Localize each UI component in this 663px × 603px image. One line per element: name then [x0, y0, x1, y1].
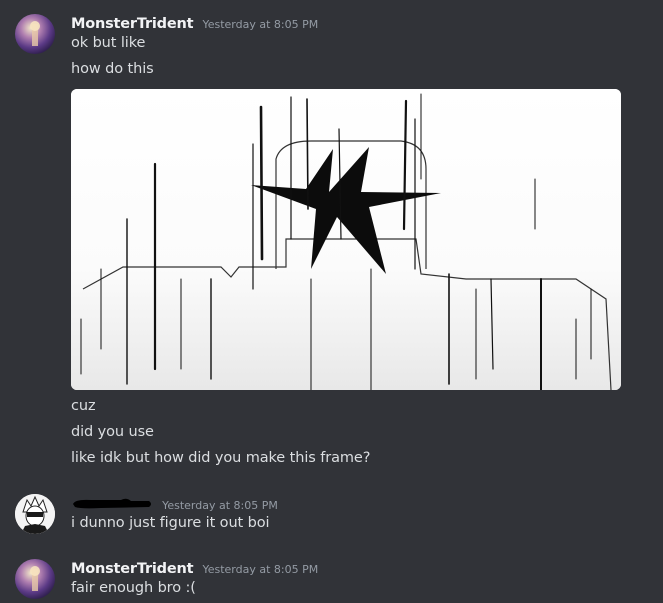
message-text: i dunno just figure it out boi [71, 515, 270, 531]
avatar-image-icon [15, 494, 55, 534]
message-group: Yesterday at 8:05 PM i dunno just figure… [0, 480, 663, 540]
avatar-image-icon [15, 14, 55, 54]
message-text: like idk but how did you make this frame… [71, 450, 371, 466]
message-text: ok but like [71, 35, 146, 51]
message-text: how do this [71, 61, 154, 77]
message-header: Yesterday at 8:05 PM [71, 494, 278, 514]
message-header: MonsterTrident Yesterday at 8:05 PM [71, 558, 318, 578]
message-text: did you use [71, 424, 154, 440]
image-attachment-icon [71, 89, 621, 390]
message-group: MonsterTrident Yesterday at 8:05 PM ok b… [0, 0, 663, 480]
timestamp: Yesterday at 8:05 PM [202, 18, 319, 31]
username[interactable]: MonsterTrident [71, 16, 194, 32]
avatar[interactable] [15, 494, 55, 534]
image-attachment[interactable] [71, 89, 621, 390]
avatar-image-icon [15, 559, 55, 599]
avatar[interactable] [15, 559, 55, 599]
username[interactable]: MonsterTrident [71, 561, 194, 577]
avatar[interactable] [15, 14, 55, 54]
message-text: cuz [71, 398, 96, 414]
timestamp: Yesterday at 8:05 PM [162, 499, 278, 512]
timestamp: Yesterday at 8:05 PM [202, 563, 319, 576]
message-group: MonsterTrident Yesterday at 8:05 PM fair… [0, 545, 663, 603]
redacted-username [71, 496, 153, 510]
message-header: MonsterTrident Yesterday at 8:05 PM [71, 13, 318, 33]
chat-messages: MonsterTrident Yesterday at 8:05 PM ok b… [0, 0, 663, 603]
message-text: fair enough bro :( [71, 580, 196, 596]
